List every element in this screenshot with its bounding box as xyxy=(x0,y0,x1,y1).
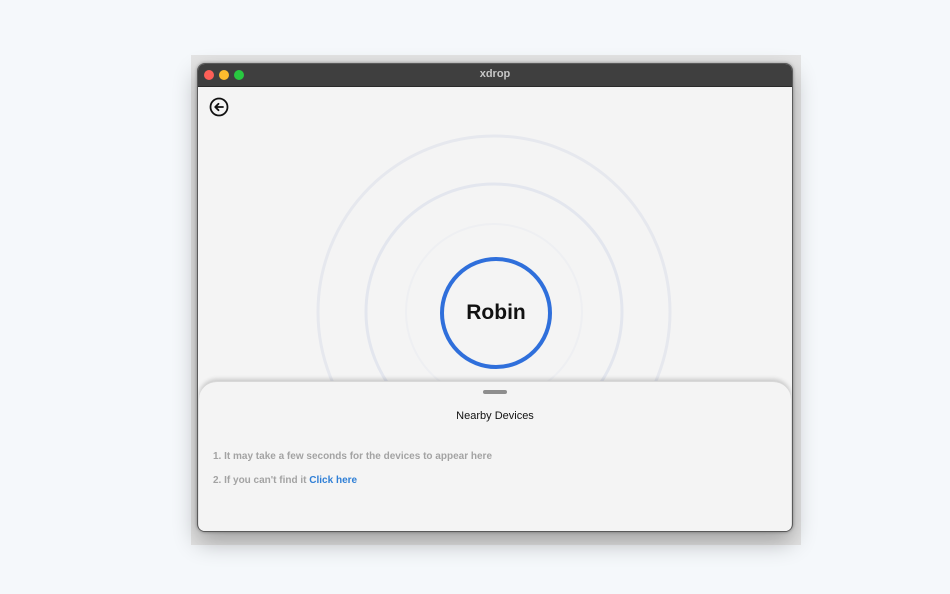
device-avatar[interactable]: Robin xyxy=(440,257,552,369)
hint-text-2: 2. If you can't find it Click here xyxy=(213,475,357,486)
sheet-drag-handle[interactable] xyxy=(483,390,507,394)
nearby-devices-sheet: Nearby Devices 1. It may take a few seco… xyxy=(199,381,791,531)
click-here-link[interactable]: Click here xyxy=(309,475,357,486)
hint-text-1: 1. It may take a few seconds for the dev… xyxy=(213,451,492,462)
device-name: Robin xyxy=(466,301,526,324)
app-window: xdrop Robin Nearby Devices 1. It may tak… xyxy=(197,63,793,532)
back-button[interactable] xyxy=(208,96,230,118)
back-arrow-circle-icon xyxy=(209,97,229,117)
sheet-title: Nearby Devices xyxy=(456,410,534,422)
hint-2-prefix: 2. If you can't find it xyxy=(213,475,307,486)
